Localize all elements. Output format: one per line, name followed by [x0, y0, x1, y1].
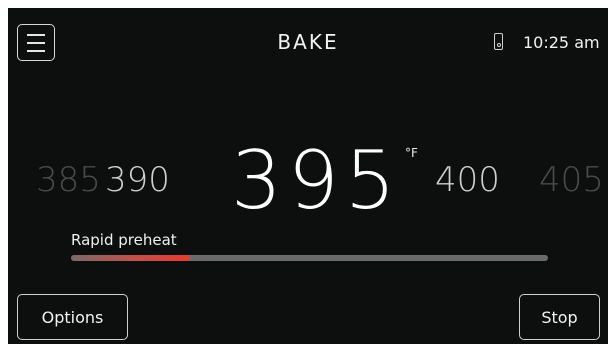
preheat-progress-bar — [71, 255, 548, 261]
temperature-option-left[interactable]: 390 — [105, 160, 170, 200]
temperature-unit: °F — [405, 146, 418, 160]
current-temperature: 395 — [231, 134, 402, 227]
temperature-option-right[interactable]: 400 — [435, 160, 500, 200]
oven-display: BAKE 10:25 am 385 390 395 °F 400 405 Rap… — [8, 8, 608, 344]
preheat-progress-fill — [71, 255, 191, 261]
options-button[interactable]: Options — [17, 294, 128, 340]
stop-button[interactable]: Stop — [519, 294, 600, 340]
temperature-selector[interactable]: 385 390 395 °F 400 405 — [8, 8, 608, 238]
temperature-option-far-right[interactable]: 405 — [539, 160, 604, 200]
preheat-label: Rapid preheat — [71, 231, 177, 249]
temperature-option-far-left[interactable]: 385 — [36, 160, 101, 200]
